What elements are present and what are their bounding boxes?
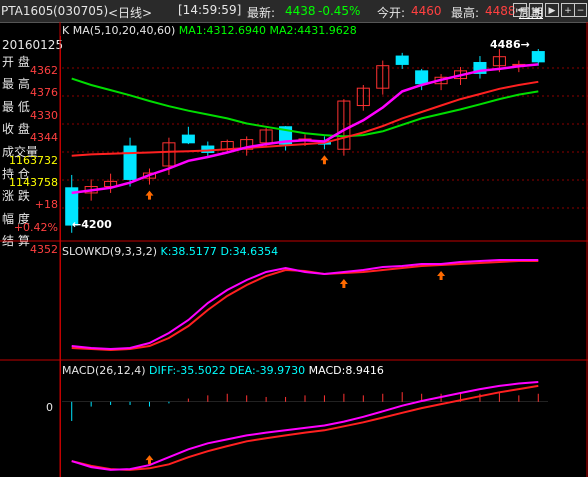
macd-value: MACD:8.9416 (308, 364, 384, 377)
macd-arrow-icon (145, 455, 154, 465)
macd-header: MACD(26,12,4) DIFF:-35.5022 DEA:-39.9730… (62, 364, 384, 377)
kd-arrow-icon (339, 279, 348, 288)
high-annotation: 4486→ (490, 38, 530, 51)
macd-dea: DEA:-39.9730 (229, 364, 306, 377)
kd-k-line (71, 259, 539, 351)
kd-header: SLOWKD(9,3,3,2) K:38.5177 D:34.6354 (62, 245, 278, 258)
kd-d-line (71, 260, 539, 352)
kd-arrow-icon (437, 271, 446, 280)
kd-k-value: K:38.5177 (160, 245, 217, 258)
low-annotation-value: 4200 (81, 218, 112, 231)
macd-diff: DIFF:-35.5022 (149, 364, 226, 377)
kline-chart[interactable] (0, 0, 588, 477)
macd-zero-label: 0 (46, 401, 53, 414)
ma3-line (71, 80, 539, 157)
ma1-line (71, 63, 539, 195)
macd-diff-line (71, 381, 539, 471)
candle-body (181, 134, 195, 144)
high-annotation-value: 4486 (490, 38, 521, 51)
candle-body (415, 70, 429, 85)
candle-body (531, 51, 545, 63)
buy-arrow-icon (145, 190, 154, 200)
low-annotation: ←4200 (72, 218, 112, 231)
buy-arrow-icon (320, 155, 329, 165)
macd-name: MACD(26,12,4) (62, 364, 146, 377)
kd-name: SLOWKD(9,3,3,2) (62, 245, 158, 258)
candle-body (395, 55, 409, 65)
ma2-line (71, 77, 539, 138)
kd-d-value: D:34.6354 (220, 245, 279, 258)
candle-body (123, 145, 137, 180)
